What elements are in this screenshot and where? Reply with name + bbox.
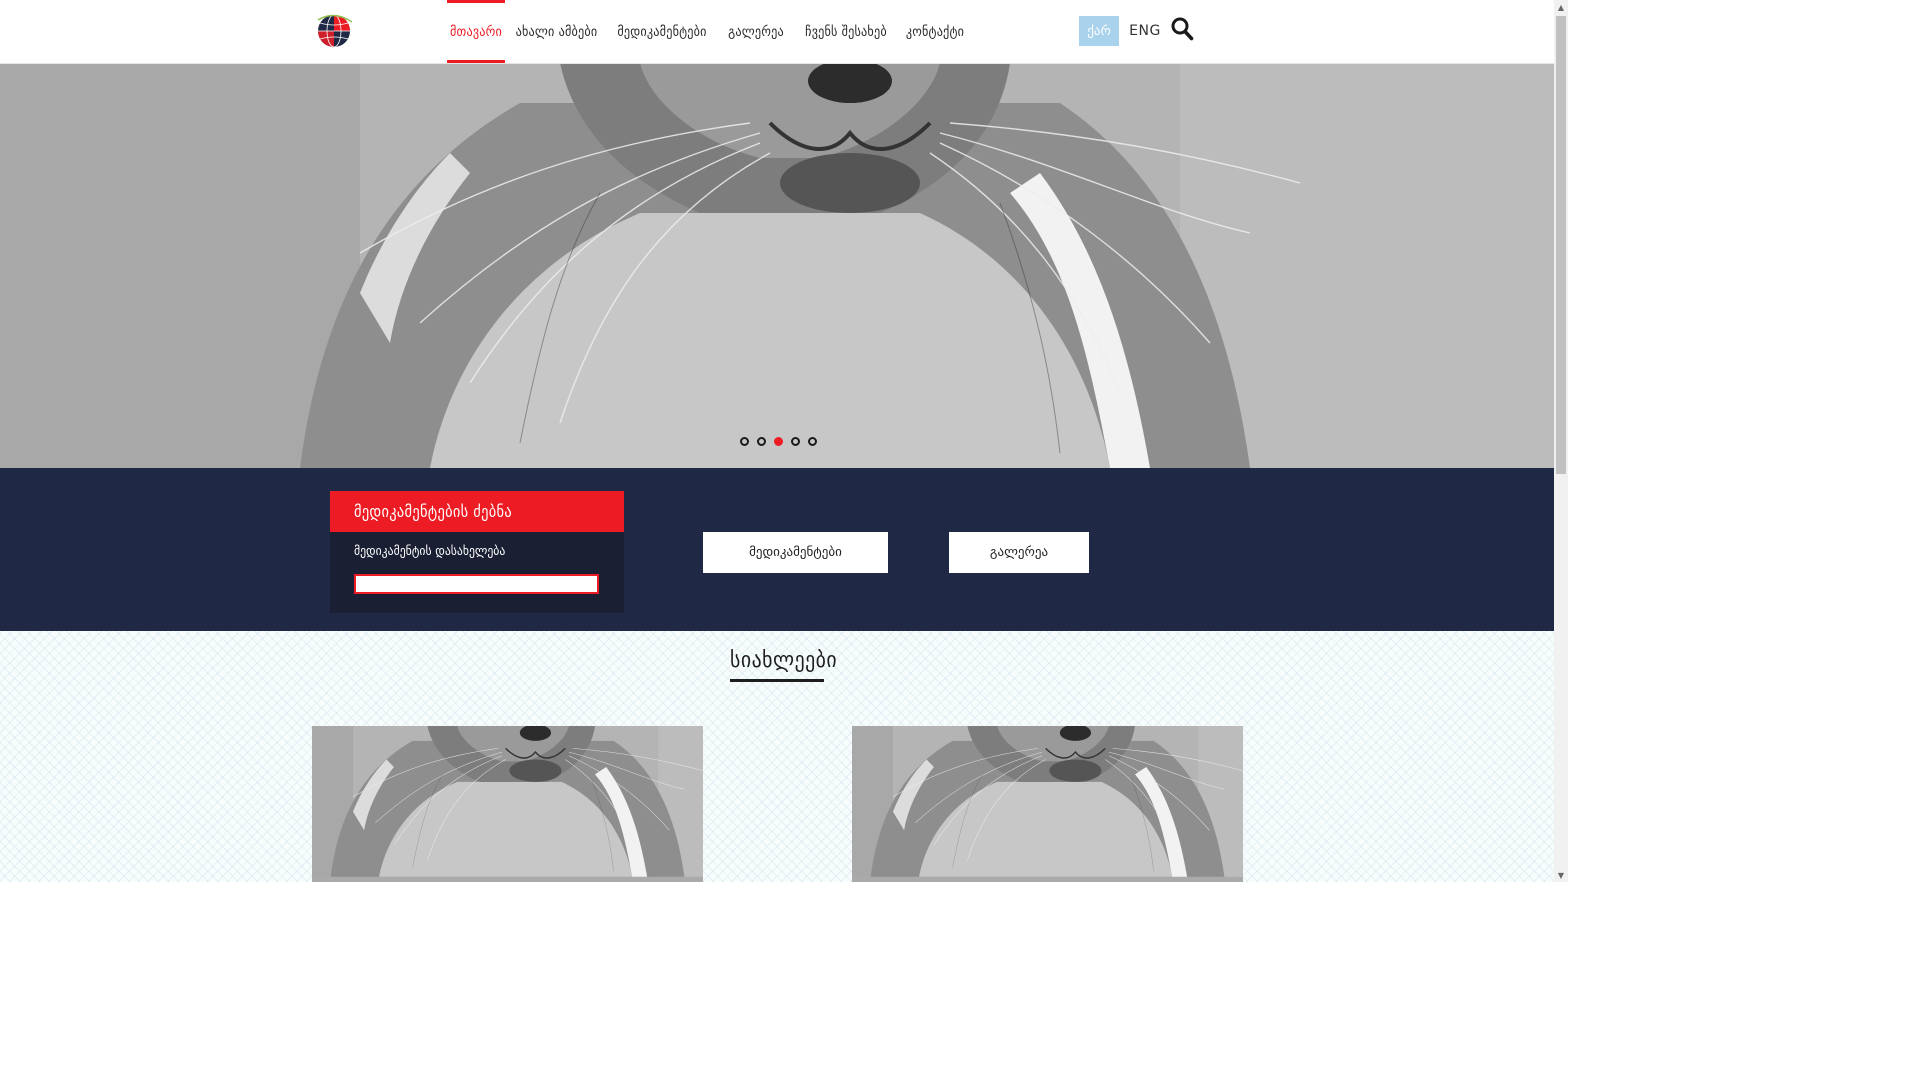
slider-dot-1[interactable]	[740, 437, 749, 446]
slider-dot-4[interactable]	[791, 437, 800, 446]
slider-dot-3[interactable]	[774, 437, 783, 446]
nav-item-medications[interactable]: მედიკამენტები	[608, 0, 716, 63]
medications-button[interactable]: მედიკამენტები	[703, 532, 888, 573]
slider-dot-2[interactable]	[757, 437, 766, 446]
vertical-scrollbar[interactable]: ▲ ▼	[1554, 0, 1568, 882]
hero-image	[0, 63, 1554, 468]
page: მთავარი ახალი ამბები მედიკამენტები გალერ…	[0, 0, 1554, 882]
news-card[interactable]	[852, 726, 1243, 882]
medication-name-input[interactable]	[354, 574, 599, 594]
search-icon[interactable]	[1170, 16, 1194, 42]
scroll-up-arrow-icon[interactable]: ▲	[1554, 0, 1568, 14]
scrollbar-thumb[interactable]	[1556, 16, 1566, 474]
language-ka-button[interactable]: ქარ	[1079, 16, 1119, 46]
news-card[interactable]	[312, 726, 703, 882]
slider-dots	[740, 437, 817, 446]
news-heading: სიახლეები	[730, 648, 837, 682]
medication-search-panel: მედიკამენტების ძებნა მედიკამენტის დასახე…	[330, 491, 624, 613]
medication-search-title: მედიკამენტების ძებნა	[330, 491, 624, 532]
globe-logo-icon[interactable]	[314, 12, 354, 48]
news-card-image	[852, 726, 1243, 877]
medication-name-label: მედიკამენტის დასახელება	[354, 544, 506, 559]
slider-dot-5[interactable]	[808, 437, 817, 446]
nav-item-contact[interactable]: კონტაქტი	[896, 0, 974, 63]
news-section: სიახლეები	[0, 631, 1554, 882]
main-nav: მთავარი ახალი ამბები მედიკამენტები გალერ…	[447, 0, 974, 63]
hero-slider	[0, 63, 1554, 468]
nav-item-about[interactable]: ჩვენს შესახებ	[796, 0, 896, 63]
scroll-down-arrow-icon[interactable]: ▼	[1554, 868, 1568, 882]
language-en-button[interactable]: ENG	[1129, 16, 1161, 46]
site-header: მთავარი ახალი ამბები მედიკამენტები გალერ…	[0, 0, 1554, 64]
gallery-button[interactable]: გალერეა	[949, 532, 1089, 573]
nav-item-news[interactable]: ახალი ამბები	[505, 0, 608, 63]
nav-item-gallery[interactable]: გალერეა	[716, 0, 796, 63]
nav-item-home[interactable]: მთავარი	[447, 0, 505, 63]
news-card-image	[312, 726, 703, 877]
